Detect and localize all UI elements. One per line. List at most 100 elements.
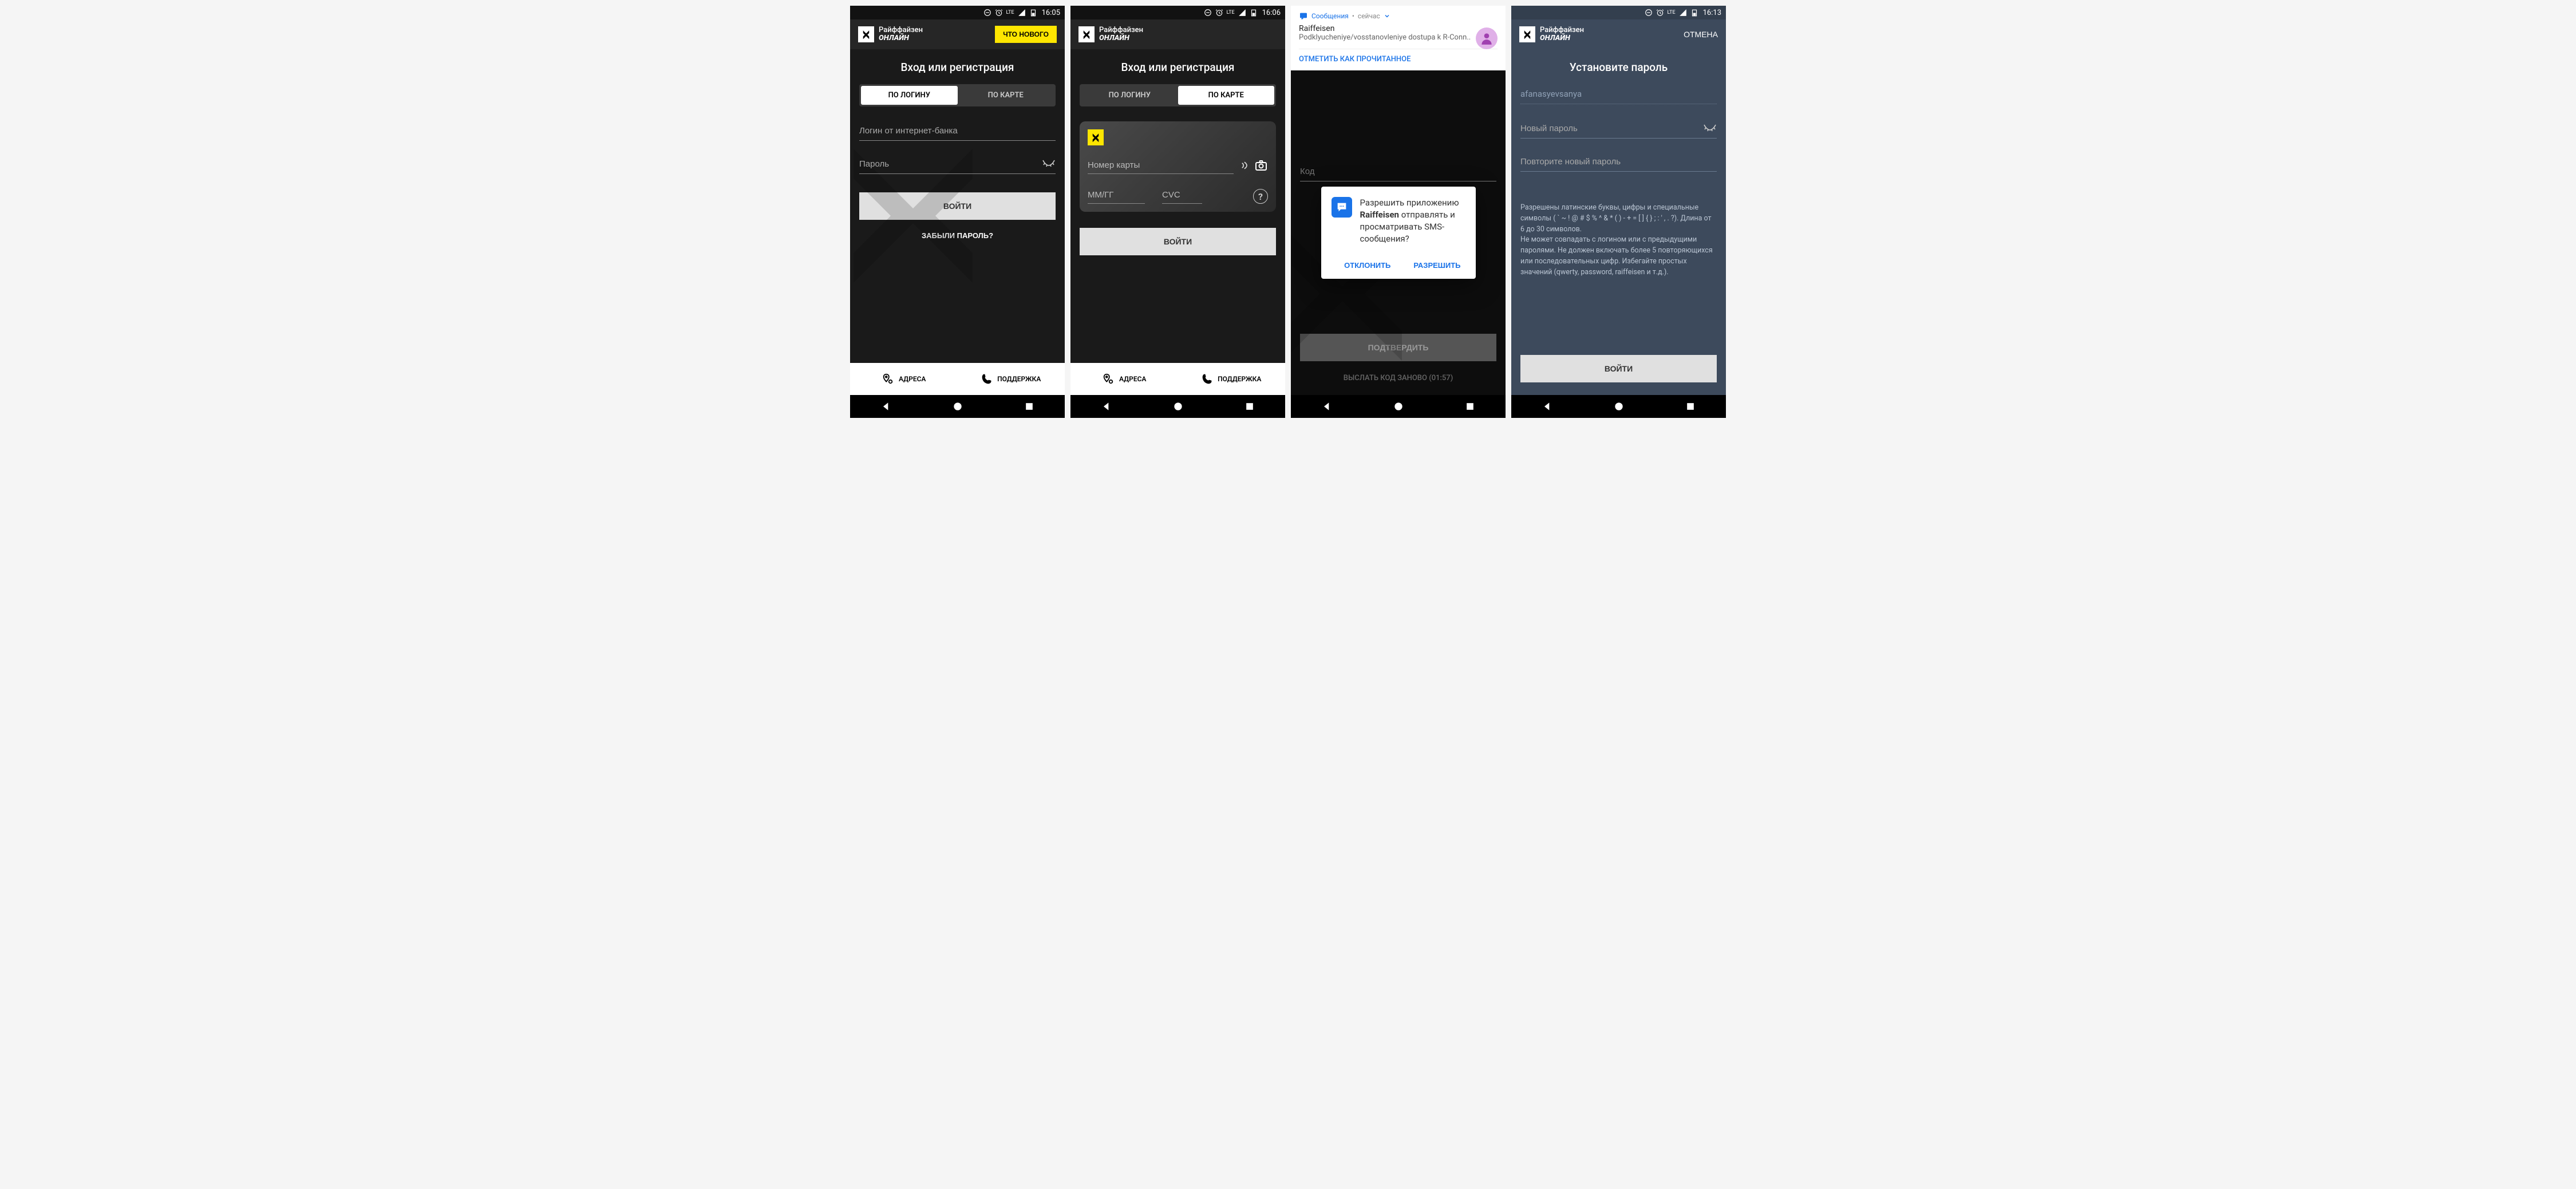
- whats-new-button[interactable]: ЧТО НОВОГО: [995, 26, 1057, 43]
- app-header: Райффайзен ОНЛАЙН ЧТО НОВОГО: [850, 19, 1065, 49]
- page-title: Вход или регистрация: [1080, 61, 1276, 74]
- eye-icon[interactable]: [1042, 156, 1056, 169]
- app-header: Райффайзен ОНЛАЙН ОТМЕНА: [1511, 19, 1726, 49]
- camera-scan-icon[interactable]: [1254, 159, 1268, 172]
- android-nav: [850, 395, 1065, 418]
- addresses-button[interactable]: АДРЕСА: [850, 363, 958, 395]
- nav-home-icon[interactable]: [1393, 401, 1404, 412]
- addresses-label: АДРЕСА: [1119, 375, 1146, 383]
- bottom-bar: АДРЕСА ПОДДЕРЖКА: [1070, 363, 1285, 395]
- new-password-input[interactable]: [1520, 119, 1717, 139]
- login-content: Вход или регистрация ПО ЛОГИНУ ПО КАРТЕ …: [850, 49, 1065, 363]
- notif-time: сейчас: [1358, 12, 1380, 20]
- nav-back-icon[interactable]: [1542, 401, 1553, 412]
- login-button[interactable]: ВОЙТИ: [859, 192, 1056, 220]
- brand: Райффайзен ОНЛАЙН: [1519, 26, 1584, 43]
- sms-permission-icon: [1332, 197, 1352, 218]
- brand-logo-icon: [858, 26, 874, 42]
- clock: 16:13: [1703, 9, 1721, 17]
- bottom-bar: АДРЕСА ПОДДЕРЖКА: [850, 363, 1065, 395]
- card-expiry-input[interactable]: [1088, 187, 1145, 204]
- password-hint: Разрешены латинские буквы, цифры и специ…: [1520, 203, 1717, 278]
- phone-frame-3: Сообщения • сейчас Raiffeisen Podklyuche…: [1291, 6, 1506, 418]
- password-input[interactable]: [859, 155, 1056, 174]
- clock: 16:06: [1262, 9, 1281, 17]
- support-button[interactable]: ПОДДЕРЖКА: [958, 363, 1065, 395]
- dialog-message: Разрешить приложению Raiffeisen отправля…: [1360, 197, 1465, 245]
- app-header: Райффайзен ОНЛАЙН: [1070, 19, 1285, 49]
- notif-separator: •: [1352, 12, 1354, 20]
- card-cvc-input[interactable]: [1162, 187, 1202, 204]
- login-input[interactable]: [859, 121, 1056, 141]
- tab-by-card[interactable]: ПО КАРТЕ: [958, 86, 1054, 105]
- phone-icon: [1202, 373, 1213, 385]
- forgot-password-button[interactable]: ЗАБЫЛИ ПАРОЛЬ?: [859, 231, 1056, 240]
- tab-by-login[interactable]: ПО ЛОГИНУ: [1081, 86, 1178, 105]
- sms-code-content: ПОДТВЕРДИТЬ ВЫСЛАТЬ КОД ЗАНОВО (01:57) Р…: [1291, 70, 1506, 395]
- network-label: LTE: [1227, 10, 1235, 15]
- brand: Райффайзен ОНЛАЙН: [1078, 26, 1143, 43]
- phone-frame-4: LTE 16:13 Райффайзен ОНЛАЙН ОТМЕНА Устан…: [1511, 6, 1726, 418]
- support-button[interactable]: ПОДДЕРЖКА: [1178, 363, 1286, 395]
- card-number-input[interactable]: [1088, 157, 1234, 174]
- battery-icon: [1250, 9, 1258, 17]
- android-nav: [1291, 395, 1506, 418]
- battery-icon: [1029, 9, 1037, 17]
- map-pin-icon: [882, 373, 894, 385]
- brand: Райффайзен ОНЛАЙН: [858, 26, 923, 43]
- eye-icon[interactable]: [1703, 120, 1717, 134]
- signal-icon: [1238, 9, 1246, 17]
- card-brand-logo-icon: [1088, 129, 1104, 145]
- nav-home-icon[interactable]: [1613, 401, 1625, 412]
- cvc-help-icon[interactable]: ?: [1253, 189, 1268, 204]
- card-panel: ?: [1080, 121, 1276, 212]
- chevron-down-icon[interactable]: [1384, 13, 1390, 19]
- nav-recent-icon[interactable]: [1464, 401, 1476, 412]
- nav-back-icon[interactable]: [880, 401, 892, 412]
- support-label: ПОДДЕРЖКА: [1218, 375, 1261, 383]
- alarm-icon: [1215, 9, 1223, 17]
- tab-by-card[interactable]: ПО КАРТЕ: [1178, 86, 1275, 105]
- repeat-password-input[interactable]: [1520, 152, 1717, 172]
- brand-line1: Райффайзен: [1099, 26, 1143, 34]
- nav-back-icon[interactable]: [1101, 401, 1112, 412]
- phone-frame-2: LTE 16:06 Райффайзен ОНЛАЙН Вход или рег…: [1070, 6, 1285, 418]
- brand-line1: Райффайзен: [1540, 26, 1584, 34]
- nav-recent-icon[interactable]: [1685, 401, 1696, 412]
- page-title: Установите пароль: [1520, 61, 1717, 74]
- status-bar: LTE 16:13: [1511, 6, 1726, 19]
- dnd-icon: [1645, 9, 1653, 17]
- alarm-icon: [1656, 9, 1664, 17]
- nav-recent-icon[interactable]: [1024, 401, 1035, 412]
- brand-line2: ОНЛАЙН: [1540, 34, 1584, 42]
- notif-title: Raiffeisen: [1299, 24, 1498, 33]
- login-button[interactable]: ВОЙТИ: [1080, 228, 1276, 255]
- cancel-button[interactable]: ОТМЕНА: [1684, 30, 1718, 39]
- mark-read-button[interactable]: ОТМЕТИТЬ КАК ПРОЧИТАННОЕ: [1299, 49, 1498, 64]
- phone-frame-1: LTE 16:05 Райффайзен ОНЛАЙН ЧТО НОВОГО В…: [850, 6, 1065, 418]
- nav-home-icon[interactable]: [1172, 401, 1184, 412]
- nav-recent-icon[interactable]: [1244, 401, 1255, 412]
- android-nav: [1070, 395, 1285, 418]
- permission-dialog: Разрешить приложению Raiffeisen отправля…: [1321, 187, 1476, 279]
- clock: 16:05: [1042, 9, 1060, 17]
- notif-app-name: Сообщения: [1311, 12, 1349, 20]
- dnd-icon: [1204, 9, 1212, 17]
- support-label: ПОДДЕРЖКА: [997, 375, 1041, 383]
- nav-home-icon[interactable]: [952, 401, 963, 412]
- alarm-icon: [995, 9, 1003, 17]
- nav-back-icon[interactable]: [1321, 401, 1333, 412]
- android-nav: [1511, 395, 1726, 418]
- tab-by-login[interactable]: ПО ЛОГИНУ: [861, 86, 958, 105]
- heads-up-notification[interactable]: Сообщения • сейчас Raiffeisen Podklyuche…: [1291, 6, 1506, 70]
- permission-dialog-overlay: Разрешить приложению Raiffeisen отправля…: [1291, 70, 1506, 395]
- addresses-label: АДРЕСА: [899, 375, 926, 383]
- deny-button[interactable]: ОТКЛОНИТЬ: [1340, 256, 1395, 274]
- status-bar: LTE 16:05: [850, 6, 1065, 19]
- addresses-button[interactable]: АДРЕСА: [1070, 363, 1178, 395]
- allow-button[interactable]: РАЗРЕШИТЬ: [1409, 256, 1465, 274]
- login-button[interactable]: ВОЙТИ: [1520, 355, 1717, 382]
- brand-logo-icon: [1078, 26, 1095, 42]
- notif-avatar-icon: [1476, 27, 1498, 49]
- notif-body: Podklyucheniye/vosstanovleniye dostupa k…: [1299, 33, 1498, 42]
